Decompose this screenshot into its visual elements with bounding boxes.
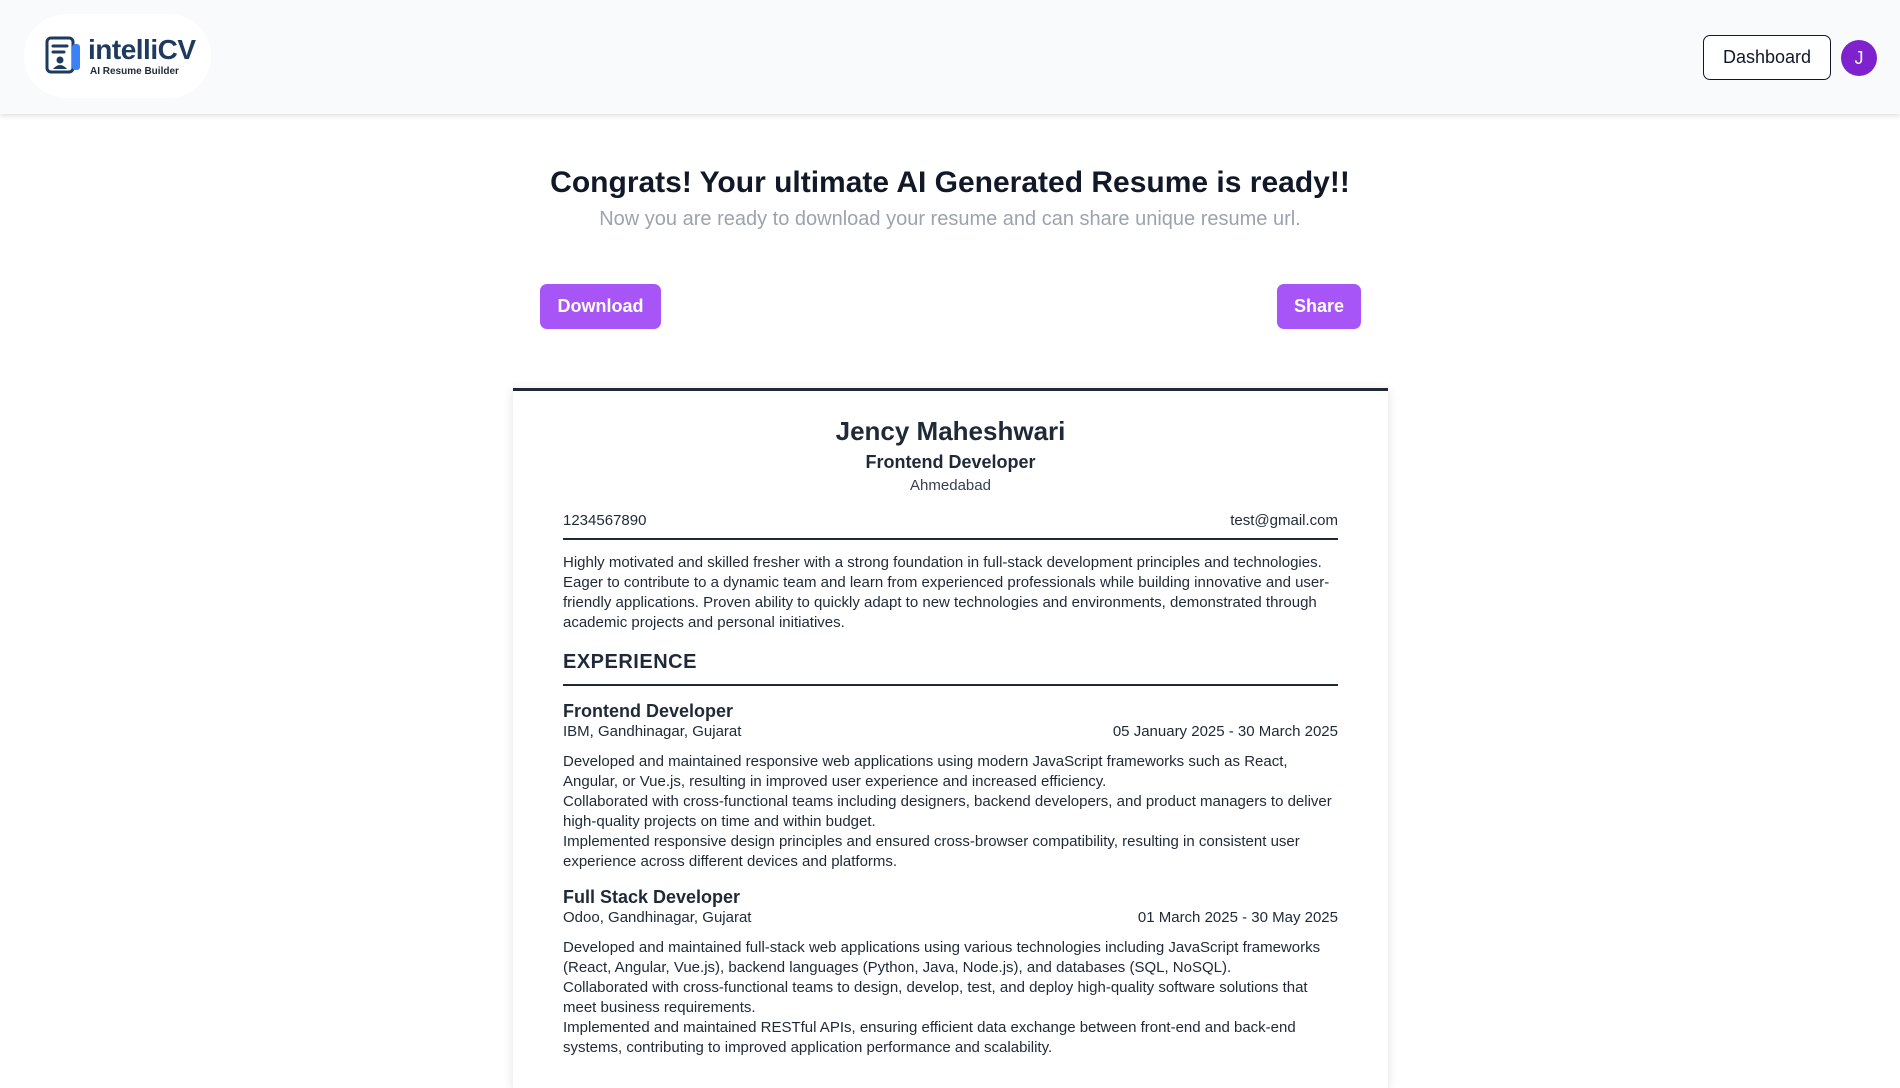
experience-point: Developed and maintained responsive web … [563,752,1288,790]
resume-document-icon [45,36,80,74]
experience-item: Full Stack Developer Odoo, Gandhinagar, … [563,886,1338,1058]
experience-point: Collaborated with cross-functional teams… [563,978,1308,1016]
resume-contact-row: 1234567890 test@gmail.com [563,512,1338,540]
experience-item: Frontend Developer IBM, Gandhinagar, Guj… [563,700,1338,872]
user-avatar[interactable]: J [1841,40,1877,76]
experience-point: Developed and maintained full-stack web … [563,938,1321,976]
experience-description: Developed and maintained full-stack web … [563,938,1338,1058]
download-button[interactable]: Download [540,284,661,329]
brand-logo[interactable]: intelliCV AI Resume Builder [24,14,211,98]
experience-meta: IBM, Gandhinagar, Gujarat 05 January 202… [563,722,1338,742]
share-button[interactable]: Share [1277,284,1361,329]
experience-point: Implemented responsive design principles… [563,832,1300,870]
page-title: Congrats! Your ultimate AI Generated Res… [550,166,1350,199]
resume-city: Ahmedabad [910,476,991,494]
resume-role: Frontend Developer [865,451,1036,472]
experience-company: IBM, Gandhinagar, Gujarat [563,722,742,740]
experience-point: Collaborated with cross-functional teams… [563,792,1332,830]
brand-name: intelliCV [88,33,196,65]
experience-meta: Odoo, Gandhinagar, Gujarat 01 March 2025… [563,908,1338,928]
experience-title: Frontend Developer [563,700,734,721]
experience-dates: 05 January 2025 - 30 March 2025 [1112,722,1338,740]
dashboard-button[interactable]: Dashboard [1703,35,1831,80]
resume-name: Jency Maheshwari [835,416,1066,446]
experience-company: Odoo, Gandhinagar, Gujarat [563,908,752,926]
page-subtitle: Now you are ready to download your resum… [599,208,1301,230]
resume-email: test@gmail.com [1230,511,1338,529]
top-navbar: intelliCV AI Resume Builder Dashboard J [0,0,1900,114]
resume-summary: Highly motivated and skilled fresher wit… [563,553,1330,631]
experience-point: Implemented and maintained RESTful APIs,… [563,1018,1296,1056]
experience-description: Developed and maintained responsive web … [563,752,1338,872]
experience-dates: 01 March 2025 - 30 May 2025 [1137,908,1338,926]
brand-tagline: AI Resume Builder [90,65,179,77]
resume-phone: 1234567890 [563,511,647,529]
experience-title: Full Stack Developer [563,886,741,907]
experience-heading: EXPERIENCE [563,651,1338,686]
resume-preview: Jency Maheshwari Frontend Developer Ahme… [513,388,1388,1088]
